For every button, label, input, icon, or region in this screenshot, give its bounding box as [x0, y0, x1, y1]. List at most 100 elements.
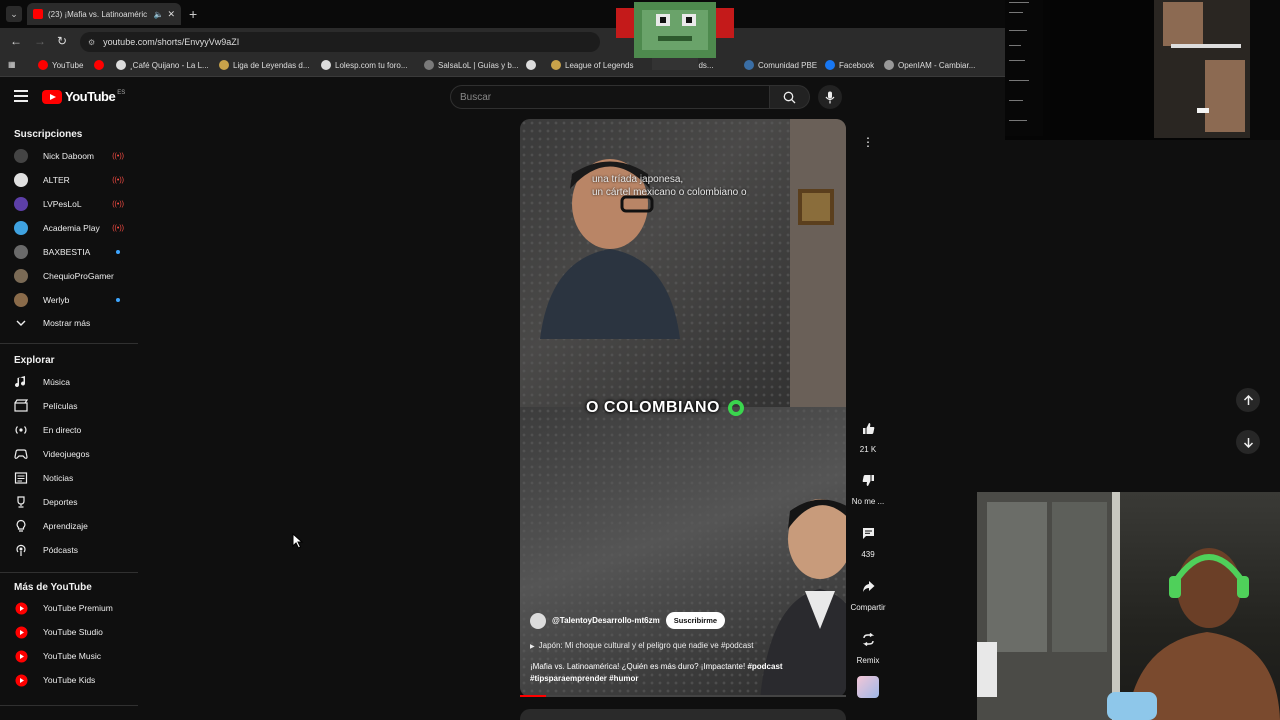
dislike-button[interactable]: No me ... — [848, 465, 888, 506]
live-broadcast-icon — [14, 423, 28, 437]
related-video-link[interactable]: ▶ Japón: Mi choque cultural y el peligro … — [530, 641, 753, 650]
subscription-label: Werlyb — [43, 295, 70, 305]
sidebar-subscription-item[interactable]: BAXBESTIA — [14, 242, 126, 262]
back-icon[interactable]: ← — [10, 34, 22, 48]
sidebar-subscription-item[interactable]: Academia Play ((•)) — [14, 218, 126, 238]
video-description[interactable]: ¡Mafia vs. Latinoamérica! ¿Quién es más … — [530, 661, 830, 685]
next-short-button[interactable] — [1236, 430, 1260, 454]
youtube-logo[interactable]: YouTube ES — [42, 89, 125, 104]
subscriptions-title: Suscripciones — [14, 129, 83, 140]
tab-search-icon[interactable]: ⌄ — [6, 6, 22, 22]
sidebar-item-youtube-product[interactable]: YouTube Music — [14, 646, 126, 666]
sidebar-item-lightbulb[interactable]: Aprendizaje — [14, 516, 126, 536]
sidebar-subscription-item[interactable]: ALTER ((•)) — [14, 170, 126, 190]
bookmark-item[interactable] — [94, 60, 108, 70]
tab-audio-icon[interactable]: 🔈 — [153, 10, 163, 19]
next-short-preview[interactable] — [520, 709, 846, 720]
video-progress-bar[interactable] — [520, 695, 846, 697]
voice-search-button[interactable] — [818, 85, 842, 109]
newspaper-icon — [14, 471, 28, 485]
sidebar-item-gamepad[interactable]: Videojuegos — [14, 444, 126, 464]
search-input[interactable]: Buscar — [450, 85, 770, 109]
bookmark-label: SalsaLoL | Guías y b... — [438, 60, 519, 70]
video-progress-fill — [520, 695, 547, 697]
bookmark-favicon-icon — [321, 60, 331, 70]
stream-preview-overlay — [1005, 0, 1280, 140]
url-text: youtube.com/shorts/EnvyyVw9aZI — [103, 37, 240, 47]
sidebar-item-label: Pódcasts — [43, 545, 78, 555]
new-tab-icon[interactable]: + — [189, 6, 197, 22]
shorts-video-player[interactable]: una tríada japonesa, un cártel mexicano … — [520, 119, 846, 697]
sidebar-item-youtube-product[interactable]: YouTube Studio — [14, 622, 126, 642]
url-field[interactable]: ⚙ youtube.com/shorts/EnvyyVw9aZI — [80, 32, 600, 52]
podcast-icon — [14, 543, 28, 557]
explore-title: Explorar — [14, 355, 55, 366]
sidebar-subscription-item[interactable]: ChequioProGamer — [14, 266, 126, 286]
sound-thumbnail[interactable] — [857, 676, 879, 698]
sidebar-item-label: YouTube Studio — [43, 627, 103, 637]
share-button[interactable]: Compartir — [848, 571, 888, 612]
more-options-icon[interactable]: ⋮ — [860, 135, 876, 151]
subscription-label: BAXBESTIA — [43, 247, 91, 257]
sidebar-item-youtube-product[interactable]: YouTube Kids — [14, 670, 126, 690]
browser-tab-active[interactable]: (23) ¡Mafia vs. Latinoaméric 🔈 ✕ — [27, 3, 181, 25]
sidebar-item-newspaper[interactable]: Noticias — [14, 468, 126, 488]
bookmark-item[interactable]: ¸Café Quijano - La L... — [116, 60, 209, 70]
remix-button[interactable]: Remix — [848, 624, 888, 665]
bookmark-item[interactable]: OpenIAM - Cambiar... — [884, 60, 975, 70]
bookmark-item[interactable]: Comunidad PBE — [744, 60, 817, 70]
sidebar-item-live-broadcast[interactable]: En directo — [14, 420, 126, 440]
remix-label: Remix — [856, 656, 880, 665]
menu-hamburger-icon[interactable] — [14, 90, 28, 102]
sidebar-item-youtube-product[interactable]: YouTube Premium — [14, 598, 126, 618]
search-button[interactable] — [770, 85, 810, 109]
search-icon — [783, 91, 796, 103]
like-button[interactable]: 21 K — [848, 413, 888, 454]
channel-avatar[interactable] — [530, 612, 546, 629]
more-from-youtube-title: Más de YouTube — [14, 582, 92, 593]
reload-icon[interactable]: ↻ — [57, 34, 67, 48]
tab-close-icon[interactable]: ✕ — [167, 9, 175, 20]
bookmark-item[interactable]: Facebook — [825, 60, 874, 70]
thumbs-down-icon — [862, 474, 874, 486]
new-content-dot — [116, 250, 120, 254]
channel-avatar — [14, 173, 28, 187]
sidebar-item-label: En directo — [43, 425, 82, 435]
comments-button[interactable]: 439 — [848, 518, 888, 559]
bookmark-favicon-icon — [94, 60, 104, 70]
sidebar-subscription-item[interactable]: Nick Daboom ((•)) — [14, 146, 126, 166]
shelf-background — [790, 119, 846, 407]
bookmark-item[interactable]: Liga de Leyendas d... — [219, 60, 310, 70]
sidebar-subscription-item[interactable]: LVPesLoL ((•)) — [14, 194, 126, 214]
bookmark-item[interactable]: Lolesp.com tu foro... — [321, 60, 407, 70]
overlay-caption-text: O COLOMBIANO — [586, 399, 720, 416]
subscribe-button[interactable]: Suscribirme — [665, 612, 726, 629]
live-indicator-icon: ((•)) — [112, 176, 124, 184]
sidebar-item-clapperboard[interactable]: Películas — [14, 396, 126, 416]
previous-short-button[interactable] — [1236, 388, 1260, 412]
show-more-button[interactable]: Mostrar más — [14, 313, 126, 333]
sidebar-item-trophy[interactable]: Deportes — [14, 492, 126, 512]
sidebar-divider — [0, 705, 138, 706]
description-text: ¡Mafia vs. Latinoamérica! ¿Quién es más … — [530, 662, 746, 671]
trophy-icon — [14, 495, 28, 509]
mouse-cursor-icon — [292, 533, 304, 549]
bookmark-item[interactable]: SalsaLoL | Guías y b... — [424, 60, 519, 70]
bookmark-item[interactable] — [526, 60, 540, 70]
sidebar-item-music-note[interactable]: Música — [14, 372, 126, 392]
channel-handle[interactable]: @TalentoyDesarrollo-mt6zm — [552, 616, 660, 625]
channel-info: @TalentoyDesarrollo-mt6zm Suscribirme — [530, 612, 726, 629]
forward-icon[interactable]: → — [34, 34, 46, 48]
green-circle-icon — [728, 400, 744, 416]
sidebar-item-label: Música — [43, 377, 70, 387]
bookmark-item[interactable]: YouTube — [38, 60, 83, 70]
dislike-label: No me ... — [851, 497, 885, 506]
sidebar-item-podcast[interactable]: Pódcasts — [14, 540, 126, 560]
bookmark-favicon-icon — [424, 60, 434, 70]
thumbs-up-icon — [862, 422, 874, 434]
site-info-icon[interactable]: ⚙ — [88, 38, 95, 47]
remix-icon — [862, 632, 874, 646]
sidebar-subscription-item[interactable]: Werlyb — [14, 290, 126, 310]
sidebar-divider — [0, 572, 138, 573]
apps-grid-icon[interactable]: ▦ — [8, 60, 16, 69]
